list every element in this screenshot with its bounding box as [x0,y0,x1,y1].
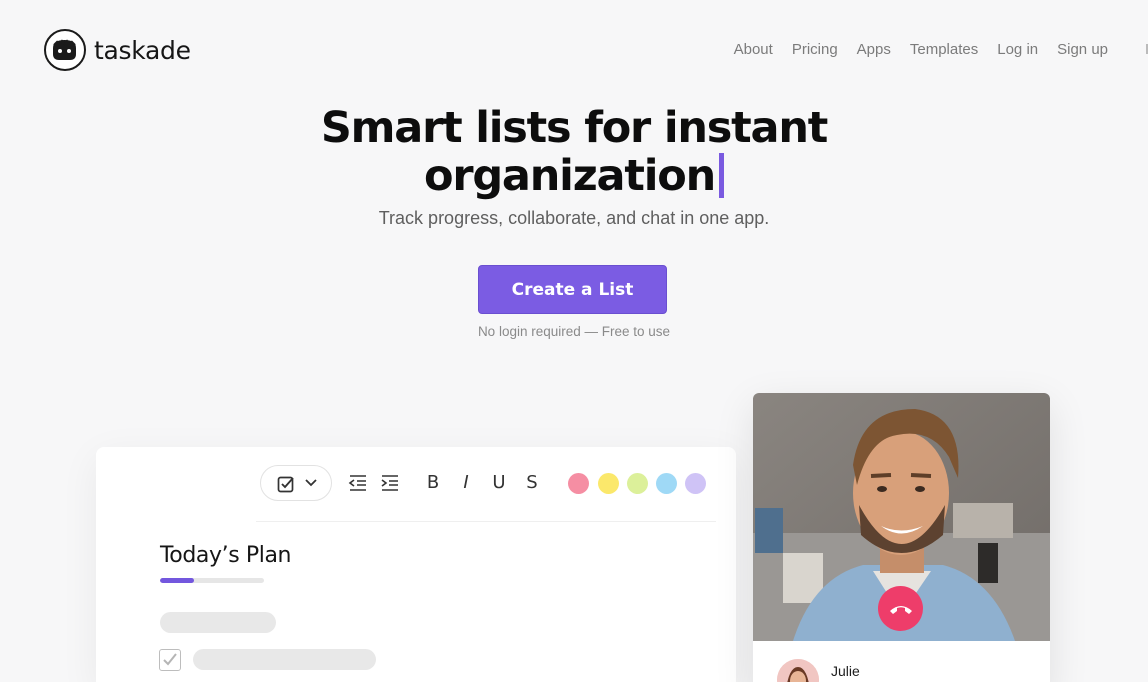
toolbar-divider [256,521,716,522]
create-list-button[interactable]: Create a List [478,265,667,314]
indent-icon[interactable] [380,474,400,492]
list-progress-fill [160,578,195,583]
color-swatch-lime[interactable] [627,473,648,494]
color-swatch-blue[interactable] [656,473,677,494]
task-placeholder [160,612,276,633]
caller-info: Julie [777,659,860,682]
nav-about[interactable]: About [734,41,773,58]
hang-up-icon [889,605,912,614]
chevron-down-icon [305,479,317,487]
task-checkbox[interactable] [159,649,181,671]
typing-caret [719,153,724,198]
top-bar: taskade About Pricing Apps Templates Log… [0,0,1148,100]
color-swatch-pink[interactable] [568,473,589,494]
task-placeholder [193,649,376,670]
color-swatch-lavender[interactable] [685,473,706,494]
caller-name: Julie [831,663,860,679]
nav-pricing[interactable]: Pricing [792,41,838,58]
hero-title-line-2: organization [424,151,716,201]
nav-apps[interactable]: Apps [857,41,891,58]
video-feed [753,393,1050,641]
cta-note: No login required — Free to use [477,324,671,339]
caller-avatar-image [777,659,819,682]
checkbox-icon [277,476,294,493]
taskade-logo-icon [44,29,86,71]
checkmark-icon [163,653,177,666]
bold-button[interactable]: B [424,472,442,493]
hero-title-line-1: Smart lists for instant [320,103,828,153]
editor-toolbar: B I U S [260,465,720,501]
caller-avatar [777,659,819,682]
nav-login[interactable]: Log in [997,41,1038,58]
main-nav: About Pricing Apps Templates Log in Sign… [734,41,1108,58]
nav-signup[interactable]: Sign up [1057,41,1108,58]
block-type-dropdown[interactable] [260,465,332,501]
italic-button[interactable]: I [457,472,475,493]
list-progress-bar [160,578,264,583]
taskade-logo[interactable]: taskade [44,29,191,71]
outdent-icon[interactable] [348,474,368,492]
hero-title: Smart lists for instant organization [274,104,874,200]
video-call-window: Julie [753,393,1050,682]
end-call-button[interactable] [878,586,923,631]
brand-name: taskade [94,35,191,65]
strikethrough-button[interactable]: S [523,472,541,493]
hero-subtitle: Track progress, collaborate, and chat in… [378,208,770,228]
editor-preview-card: B I U S Today’s Plan [96,447,736,682]
list-title[interactable]: Today’s Plan [160,543,291,568]
underline-button[interactable]: U [490,472,508,493]
nav-templates[interactable]: Templates [910,41,978,58]
color-swatch-yellow[interactable] [598,473,619,494]
